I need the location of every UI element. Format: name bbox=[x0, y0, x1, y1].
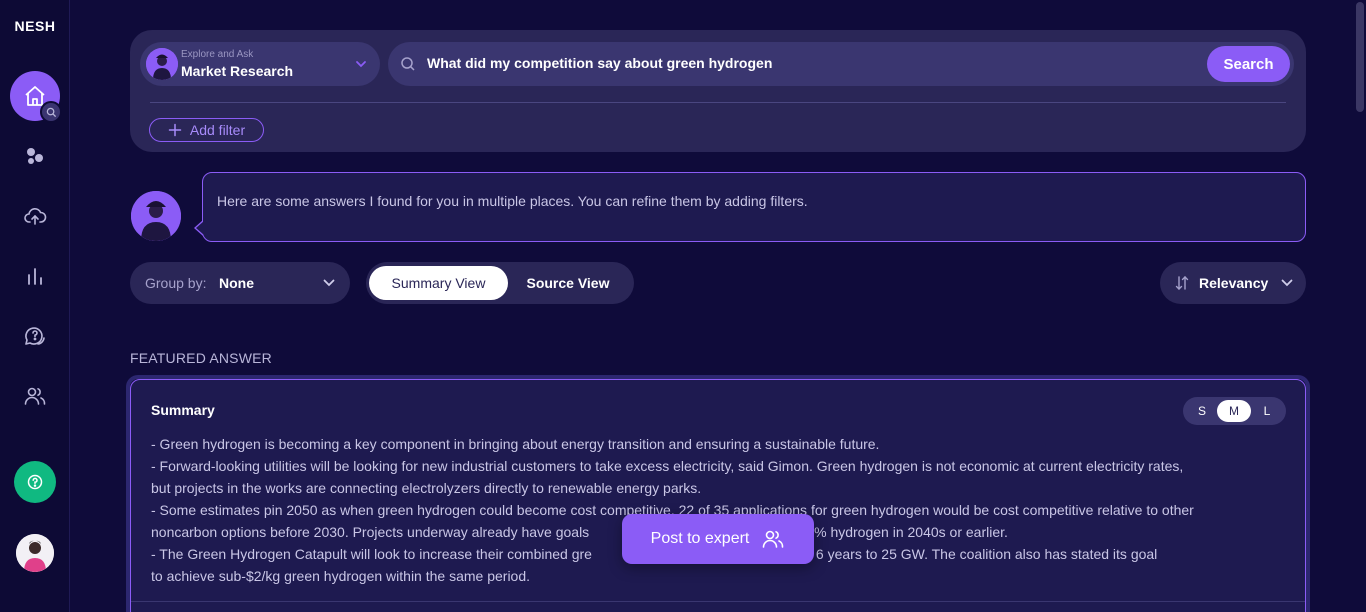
help-icon bbox=[27, 474, 43, 490]
sidebar: NESH bbox=[0, 0, 70, 612]
users-icon bbox=[763, 530, 784, 548]
app-logo: NESH bbox=[14, 18, 56, 34]
message-tail-inner bbox=[196, 221, 204, 235]
assistant-message-text: Here are some answers I found for you in… bbox=[217, 193, 808, 209]
search-button[interactable]: Search bbox=[1207, 46, 1290, 82]
search-input[interactable]: What did my competition say about green … bbox=[427, 55, 1187, 71]
summary-line: to achieve sub-$2/kg green hydrogen with… bbox=[151, 568, 531, 584]
chat-question-icon bbox=[25, 327, 45, 345]
group-by-select[interactable]: Group by: None bbox=[130, 262, 350, 304]
plus-icon bbox=[168, 123, 182, 137]
divider bbox=[150, 102, 1286, 103]
featured-answer-card: Summary S M L - Green hydrogen is becomi… bbox=[130, 379, 1306, 612]
summary-line: but projects in the works are connecting… bbox=[151, 480, 702, 496]
tab-source-view[interactable]: Source View bbox=[508, 266, 628, 300]
card-divider bbox=[131, 601, 1305, 602]
sidebar-item-users[interactable] bbox=[20, 381, 50, 411]
chevron-down-icon bbox=[323, 279, 335, 287]
search-panel: Explore and Ask Market Research What did… bbox=[130, 30, 1306, 152]
user-avatar[interactable] bbox=[16, 534, 54, 572]
summary-line: - Green hydrogen is becoming a key compo… bbox=[151, 436, 880, 452]
featured-answer-heading: FEATURED ANSWER bbox=[130, 350, 272, 366]
post-to-expert-button[interactable]: Post to expert bbox=[622, 514, 814, 564]
sidebar-item-upload[interactable] bbox=[20, 201, 50, 231]
search-icon bbox=[401, 57, 415, 71]
size-option-l[interactable]: L bbox=[1250, 400, 1284, 422]
summary-title: Summary bbox=[151, 402, 215, 418]
sidebar-item-home[interactable] bbox=[10, 71, 62, 123]
help-button[interactable] bbox=[14, 461, 56, 503]
sidebar-item-insights[interactable] bbox=[20, 141, 50, 171]
post-to-expert-label: Post to expert bbox=[650, 530, 750, 547]
size-option-m[interactable]: M bbox=[1217, 400, 1251, 422]
sidebar-item-questions[interactable] bbox=[20, 321, 50, 351]
sort-select[interactable]: Relevancy bbox=[1160, 262, 1306, 304]
chevron-down-icon bbox=[1281, 279, 1293, 287]
user-avatar-icon bbox=[16, 534, 54, 572]
sort-label: Relevancy bbox=[1199, 275, 1269, 291]
bar-chart-icon bbox=[28, 268, 42, 285]
assistant-avatar bbox=[131, 191, 181, 241]
summary-line: - Forward-looking utilities will be look… bbox=[151, 458, 1184, 474]
search-badge-icon bbox=[40, 101, 62, 123]
summary-line-part: - The Green Hydrogen Catapult will look … bbox=[151, 546, 592, 562]
summary-size-toggle: S M L bbox=[1183, 397, 1286, 425]
scrollbar-thumb[interactable] bbox=[1356, 2, 1364, 112]
assistant-message: Here are some answers I found for you in… bbox=[202, 172, 1306, 242]
view-toggle: Summary View Source View bbox=[366, 262, 634, 304]
add-filter-button[interactable]: Add filter bbox=[149, 118, 264, 142]
cloud-upload-icon bbox=[24, 208, 47, 225]
context-avatar bbox=[146, 48, 178, 80]
summary-line-part: noncarbon options before 2030. Projects … bbox=[151, 524, 590, 540]
add-filter-label: Add filter bbox=[189, 122, 246, 138]
scrollbar[interactable] bbox=[1354, 0, 1366, 612]
group-by-value: None bbox=[219, 275, 254, 291]
chevron-down-icon bbox=[356, 61, 366, 68]
users-icon bbox=[24, 387, 46, 405]
sort-icon bbox=[1175, 276, 1189, 290]
search-bar: What did my competition say about green … bbox=[388, 42, 1294, 86]
context-title: Market Research bbox=[181, 63, 294, 79]
bubbles-icon bbox=[27, 148, 43, 164]
group-by-label: Group by: bbox=[145, 275, 207, 291]
tab-summary-view[interactable]: Summary View bbox=[369, 266, 508, 300]
sidebar-item-analytics[interactable] bbox=[20, 261, 50, 291]
context-selector[interactable]: Explore and Ask Market Research bbox=[140, 42, 380, 86]
context-subtitle: Explore and Ask bbox=[181, 49, 254, 60]
size-option-s[interactable]: S bbox=[1185, 400, 1219, 422]
